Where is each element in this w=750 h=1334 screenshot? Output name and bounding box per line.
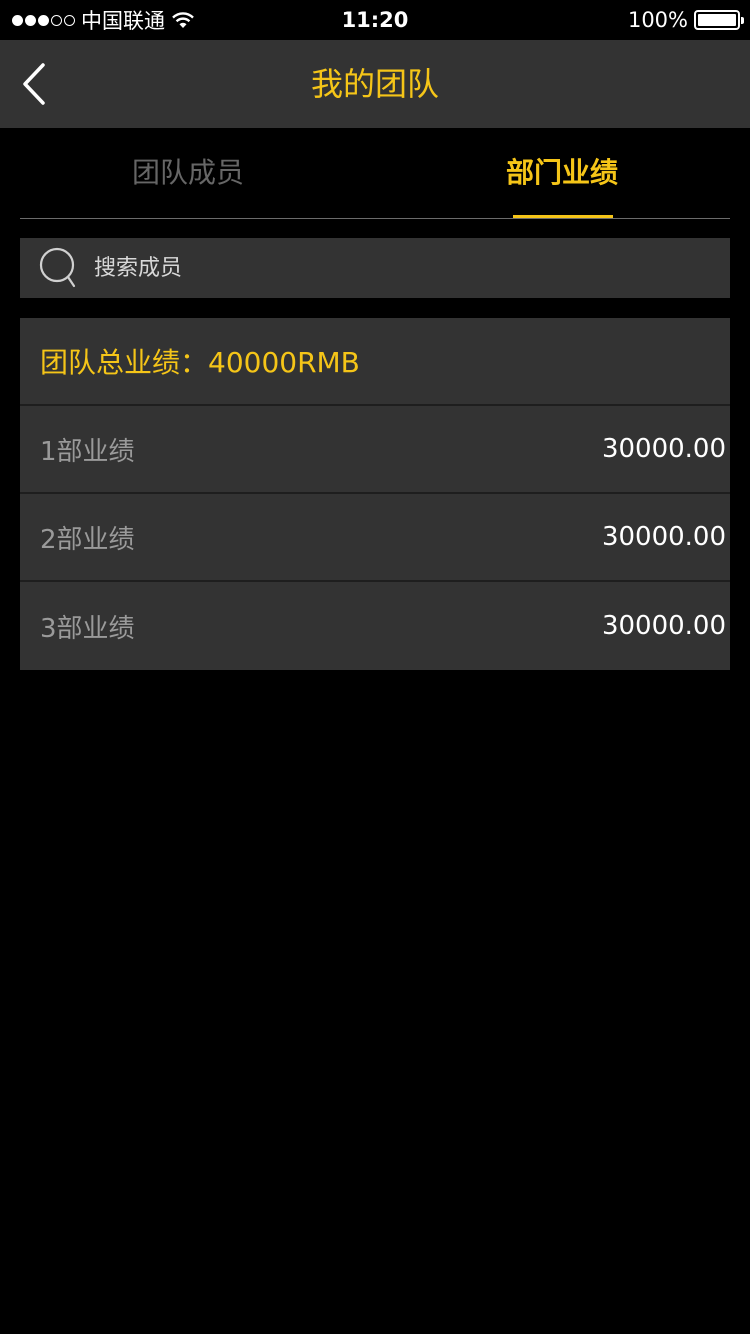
- department-label: 1部业绩: [40, 436, 135, 467]
- battery-percent: 100%: [627, 8, 688, 32]
- back-button[interactable]: [14, 60, 54, 108]
- page-title: 我的团队: [310, 65, 439, 103]
- department-label: 3部业绩: [40, 613, 135, 644]
- search-bar[interactable]: [20, 238, 730, 298]
- tab-bar: 团队成员 部门业绩: [20, 128, 730, 219]
- performance-list: 团队总业绩：40000RMB 1部业绩 30000.00 2部业绩 30000.…: [20, 318, 730, 670]
- nav-bar: 我的团队: [0, 40, 750, 128]
- search-icon: [38, 246, 80, 290]
- chevron-left-icon: [23, 63, 45, 105]
- list-item[interactable]: 1部业绩 30000.00: [20, 406, 730, 494]
- department-value: 30000.00: [601, 522, 726, 552]
- search-input[interactable]: [94, 255, 654, 281]
- department-value: 30000.00: [601, 434, 726, 464]
- battery-icon: [694, 10, 744, 30]
- active-tab-indicator: [513, 215, 613, 218]
- status-right: 100%: [627, 0, 744, 40]
- list-item[interactable]: 3部业绩 30000.00: [20, 582, 730, 670]
- tab-team-members[interactable]: 团队成员: [20, 128, 356, 218]
- status-bar: 中国联通 11:20 100%: [0, 0, 750, 40]
- tab-department-performance[interactable]: 部门业绩: [394, 128, 730, 218]
- department-label: 2部业绩: [40, 524, 135, 555]
- department-value: 30000.00: [601, 611, 726, 641]
- list-item[interactable]: 2部业绩 30000.00: [20, 494, 730, 582]
- team-total-performance: 团队总业绩：40000RMB: [20, 318, 730, 406]
